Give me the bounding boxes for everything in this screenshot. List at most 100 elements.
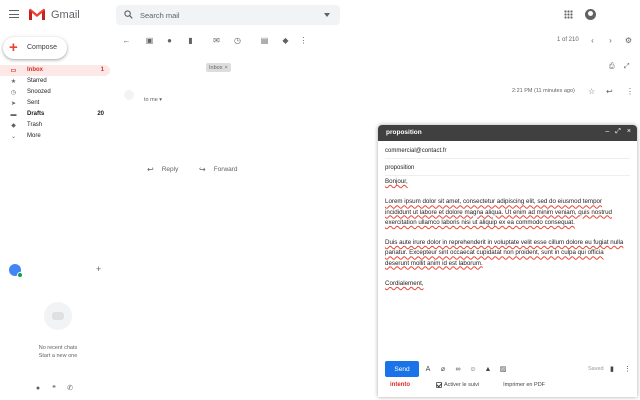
extension-logo: intento xyxy=(390,382,410,388)
hangouts-avatar[interactable] xyxy=(9,264,23,278)
recipient-text[interactable]: to me ▾ xyxy=(144,97,162,103)
drive-icon[interactable]: ▲ xyxy=(484,365,492,373)
sidebar-item-snoozed[interactable]: ◷ Snoozed xyxy=(0,87,110,98)
sidebar-item-trash[interactable]: ◆ Trash xyxy=(0,120,110,131)
snooze-icon[interactable]: ◷ xyxy=(233,36,242,45)
recipient-label: to me xyxy=(144,97,158,103)
sidebar-item-more[interactable]: ⌄ More xyxy=(0,131,110,142)
attach-icon[interactable]: ⌀ xyxy=(439,365,447,373)
compose-title: proposition xyxy=(386,129,422,136)
new-window-icon[interactable]: ⤢ xyxy=(624,63,630,71)
sidebar-item-label: Drafts xyxy=(27,111,45,117)
reply-icon[interactable]: ↩ xyxy=(606,87,613,96)
chat-bubble-icon xyxy=(44,302,72,330)
reply-label: Reply xyxy=(161,165,179,173)
app-name: Gmail xyxy=(51,8,80,21)
compose-button[interactable]: + Compose xyxy=(3,37,67,59)
label-chip-text: Inbox xyxy=(209,64,223,71)
compose-header[interactable]: proposition – ⤢ × xyxy=(378,125,637,141)
older-chevron-icon[interactable]: › xyxy=(606,36,615,45)
sidebar-item-inbox[interactable]: ▭ Inbox 1 xyxy=(0,65,110,76)
search-options-icon[interactable] xyxy=(324,13,330,17)
photo-icon[interactable]: ▨ xyxy=(499,365,507,373)
compose-label: Compose xyxy=(27,44,57,51)
tracking-checkbox[interactable] xyxy=(436,382,442,388)
to-field[interactable]: commercial@contact.fr xyxy=(385,143,630,159)
sidebar-item-drafts[interactable]: ▬ Drafts 20 xyxy=(0,109,110,120)
account-avatar[interactable] xyxy=(585,9,596,20)
activate-tracking-toggle[interactable]: Activer le suivi xyxy=(436,382,479,388)
body-signoff: Cordialement, xyxy=(385,279,424,287)
contacts-icon[interactable]: ● xyxy=(34,384,42,392)
forward-icon: ↪ xyxy=(199,164,206,174)
search-bar[interactable]: Search mail xyxy=(116,5,340,25)
fullscreen-icon[interactable]: ⤢ xyxy=(615,128,621,136)
move-to-icon[interactable]: ▤ xyxy=(260,36,269,45)
discard-draft-icon[interactable]: ▮ xyxy=(610,365,614,373)
phone-icon[interactable]: ✆ xyxy=(66,384,74,392)
sidebar-item-starred[interactable]: ★ Starred xyxy=(0,76,110,87)
to-recipient[interactable]: commercial@contact.fr xyxy=(385,148,446,154)
forward-label: Forward xyxy=(213,165,238,173)
sidebar-item-label: Snoozed xyxy=(27,89,51,95)
hangouts-icon[interactable]: ❝ xyxy=(50,384,58,392)
more-options-icon[interactable]: ⋮ xyxy=(626,87,634,96)
search-icon[interactable] xyxy=(124,10,133,19)
send-button[interactable]: Send xyxy=(385,361,419,377)
message-body[interactable]: Bonjour, Lorem ipsum dolor sit amet, con… xyxy=(385,177,629,299)
archive-icon[interactable]: ▣ xyxy=(145,36,154,45)
start-new-chat-link[interactable]: Start a new one xyxy=(20,352,96,360)
gmail-logo[interactable]: Gmail xyxy=(28,8,80,21)
clock-icon: ◷ xyxy=(10,90,17,96)
body-paragraph-1: Lorem ipsum dolor sit amet, consectetur … xyxy=(385,198,612,226)
newer-chevron-icon[interactable]: ‹ xyxy=(588,36,597,45)
formatting-icon[interactable]: A xyxy=(424,365,432,373)
no-chats-text: No recent chats xyxy=(38,345,78,351)
extension-bar: intento Activer le suivi Imprimer en PDF xyxy=(390,382,545,388)
chevron-down-icon: ⌄ xyxy=(10,134,17,140)
pagination-text: 1 of 210 xyxy=(557,37,579,43)
drafts-count: 20 xyxy=(97,111,104,117)
forward-button[interactable]: ↪ Forward xyxy=(198,161,239,177)
link-icon[interactable]: ∞ xyxy=(454,365,462,373)
inbox-icon: ▭ xyxy=(10,68,17,74)
remove-label-icon[interactable]: × xyxy=(224,65,227,71)
body-greeting: Bonjour, xyxy=(385,178,408,185)
close-icon[interactable]: × xyxy=(627,128,631,136)
star-icon[interactable]: ☆ xyxy=(588,87,595,96)
emoji-icon[interactable]: ☺ xyxy=(469,365,477,373)
more-options-icon[interactable]: ⋮ xyxy=(299,36,308,45)
gmail-m-icon xyxy=(28,8,46,21)
report-spam-icon[interactable]: ● xyxy=(165,36,174,45)
apps-grid-icon[interactable] xyxy=(564,10,573,19)
mark-unread-icon[interactable]: ✉ xyxy=(212,36,221,45)
send-icon: ➤ xyxy=(10,101,17,107)
message-timestamp: 2:21 PM (11 minutes ago) xyxy=(512,88,575,94)
sidebar-item-sent[interactable]: ➤ Sent xyxy=(0,98,110,109)
main-menu-icon[interactable] xyxy=(9,10,19,18)
sidebar-nav: ▭ Inbox 1 ★ Starred ◷ Snoozed ➤ Sent ▬ D… xyxy=(0,65,110,142)
reply-button[interactable]: ↩ Reply xyxy=(146,161,180,177)
hangouts-footer: ● ❝ ✆ xyxy=(34,384,74,393)
tracking-label: Activer le suivi xyxy=(444,382,480,388)
plus-icon: + xyxy=(9,39,18,56)
delete-icon[interactable]: ▮ xyxy=(186,36,195,45)
minimize-icon[interactable]: – xyxy=(605,128,609,136)
reply-icon: ↩ xyxy=(147,164,154,174)
print-pdf-link[interactable]: Imprimer en PDF xyxy=(503,382,545,388)
sidebar-item-label: Inbox xyxy=(27,67,43,73)
label-icon[interactable]: ◆ xyxy=(281,36,290,45)
search-input[interactable]: Search mail xyxy=(140,11,180,20)
label-chip[interactable]: Inbox × xyxy=(206,63,231,72)
subject-field[interactable]: proposition xyxy=(385,160,630,176)
print-icon[interactable]: ⎙ xyxy=(609,63,617,70)
no-chats-message: No recent chats Start a new one xyxy=(20,344,96,360)
subject-text[interactable]: proposition xyxy=(385,165,414,171)
gmail-window: Gmail Search mail + Compose ▭ Inbox 1 ★ … xyxy=(0,0,640,400)
saved-status: Saved xyxy=(588,366,604,372)
unread-count: 1 xyxy=(100,67,104,73)
settings-gear-icon[interactable]: ⚙ xyxy=(624,36,633,45)
back-arrow-icon[interactable]: ← xyxy=(122,36,131,45)
more-options-icon[interactable]: ⋮ xyxy=(624,365,631,373)
add-contact-icon[interactable]: + xyxy=(96,264,101,274)
